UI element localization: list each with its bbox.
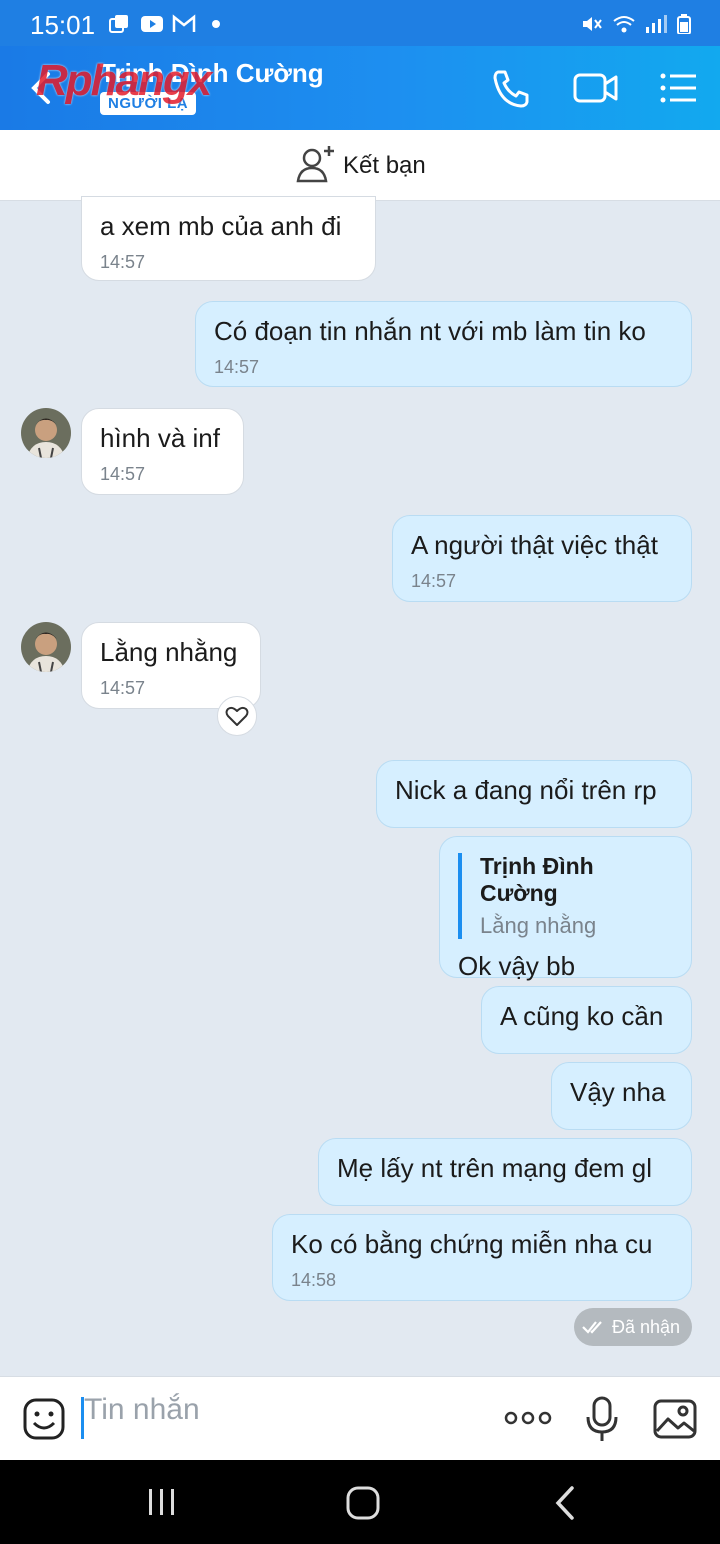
- wifi-icon: [613, 16, 635, 33]
- message-input[interactable]: Tin nhắn: [84, 1393, 200, 1427]
- add-friend-icon: [296, 146, 334, 183]
- message-bubble-outgoing[interactable]: Vậy nha: [551, 1062, 692, 1130]
- gmail-icon: [172, 14, 196, 32]
- message-time: 14:57: [411, 571, 457, 591]
- react-button[interactable]: [217, 696, 257, 736]
- message-time: 14:57: [214, 357, 260, 377]
- message-time: 14:57: [100, 464, 146, 484]
- phone-call-icon[interactable]: [488, 66, 536, 110]
- message-time: 14:57: [100, 678, 146, 698]
- double-check-icon: [582, 1321, 602, 1334]
- message-text: A cũng ko cần: [500, 1001, 664, 1031]
- message-bubble-outgoing[interactable]: Có đoạn tin nhắn nt với mb làm tin ko 14…: [195, 301, 692, 387]
- message-bubble-outgoing[interactable]: A người thật việc thật 14:57: [392, 515, 692, 602]
- message-bubble-outgoing[interactable]: Mẹ lấy nt trên mạng đem gl: [318, 1138, 692, 1206]
- quoted-name: Trịnh Đình Cường: [480, 853, 594, 906]
- image-gallery-icon[interactable]: [652, 1397, 698, 1441]
- message-text: Có đoạn tin nhắn nt với mb làm tin ko: [214, 316, 646, 346]
- message-bubble-outgoing[interactable]: Ko có bằng chứng miễn nha cu 14:58: [272, 1214, 692, 1301]
- avatar[interactable]: [21, 408, 71, 458]
- watermark-logo: Rphangx: [36, 56, 212, 105]
- copy-icon: [109, 15, 128, 33]
- chat-header: Trịnh Đình Cường NGƯỜI LẠ Rphangx: [0, 46, 720, 130]
- video-call-icon[interactable]: [572, 66, 620, 110]
- message-text: Vậy nha: [570, 1077, 666, 1107]
- status-time: 15:01: [30, 10, 96, 40]
- quoted-message[interactable]: Trịnh Đình Cường Lằng nhằng: [458, 853, 673, 939]
- message-text: Ok vậy bb: [458, 951, 576, 981]
- mute-icon: [583, 17, 602, 31]
- youtube-icon: [141, 16, 163, 32]
- message-text: hình và inf: [100, 423, 220, 453]
- add-friend-label: Kết bạn: [343, 152, 426, 179]
- home-icon[interactable]: [344, 1484, 382, 1522]
- menu-icon[interactable]: [656, 66, 704, 110]
- message-bubble-outgoing[interactable]: A cũng ko cần: [481, 986, 692, 1054]
- message-text: Mẹ lấy nt trên mạng đem gl: [337, 1153, 653, 1183]
- reply-message-bubble[interactable]: Trịnh Đình Cường Lằng nhằng Ok vậy bb: [439, 836, 692, 981]
- back-icon[interactable]: [552, 1484, 578, 1522]
- message-bubble-outgoing[interactable]: Nick a đang nổi trên rp: [376, 760, 692, 828]
- status-bar: 15:01: [0, 0, 720, 46]
- received-status-badge: Đã nhận: [574, 1308, 692, 1346]
- message-time: 14:58: [291, 1270, 337, 1290]
- message-text: Ko có bằng chứng miễn nha cu: [291, 1229, 653, 1259]
- received-label: Đã nhận: [612, 1317, 681, 1337]
- message-input-bar: Tin nhắn: [0, 1376, 720, 1461]
- quoted-text: Lằng nhằng: [480, 913, 597, 938]
- avatar-photo: [21, 622, 71, 672]
- avatar[interactable]: [21, 622, 71, 672]
- heart-icon: [225, 706, 249, 726]
- signal-icon: [646, 15, 667, 33]
- system-nav-bar: [0, 1460, 720, 1544]
- battery-icon: [677, 14, 691, 34]
- sticker-icon[interactable]: [22, 1397, 66, 1441]
- microphone-icon[interactable]: [584, 1395, 620, 1443]
- message-bubble-incoming[interactable]: hình và inf 14:57: [81, 408, 244, 495]
- message-bubble-incoming[interactable]: a xem mb của anh đi 14:57: [81, 196, 376, 281]
- message-text: Nick a đang nổi trên rp: [395, 775, 657, 805]
- message-time: 14:57: [100, 252, 146, 272]
- more-options-icon[interactable]: [504, 1407, 552, 1429]
- message-text: A người thật việc thật: [411, 530, 658, 560]
- message-text: a xem mb của anh đi: [100, 211, 342, 241]
- dot-icon: [212, 20, 220, 28]
- add-friend-bar[interactable]: Kết bạn: [0, 130, 720, 201]
- message-text: Lằng nhằng: [100, 637, 238, 667]
- recent-apps-icon[interactable]: [146, 1486, 178, 1518]
- avatar-photo: [21, 408, 71, 458]
